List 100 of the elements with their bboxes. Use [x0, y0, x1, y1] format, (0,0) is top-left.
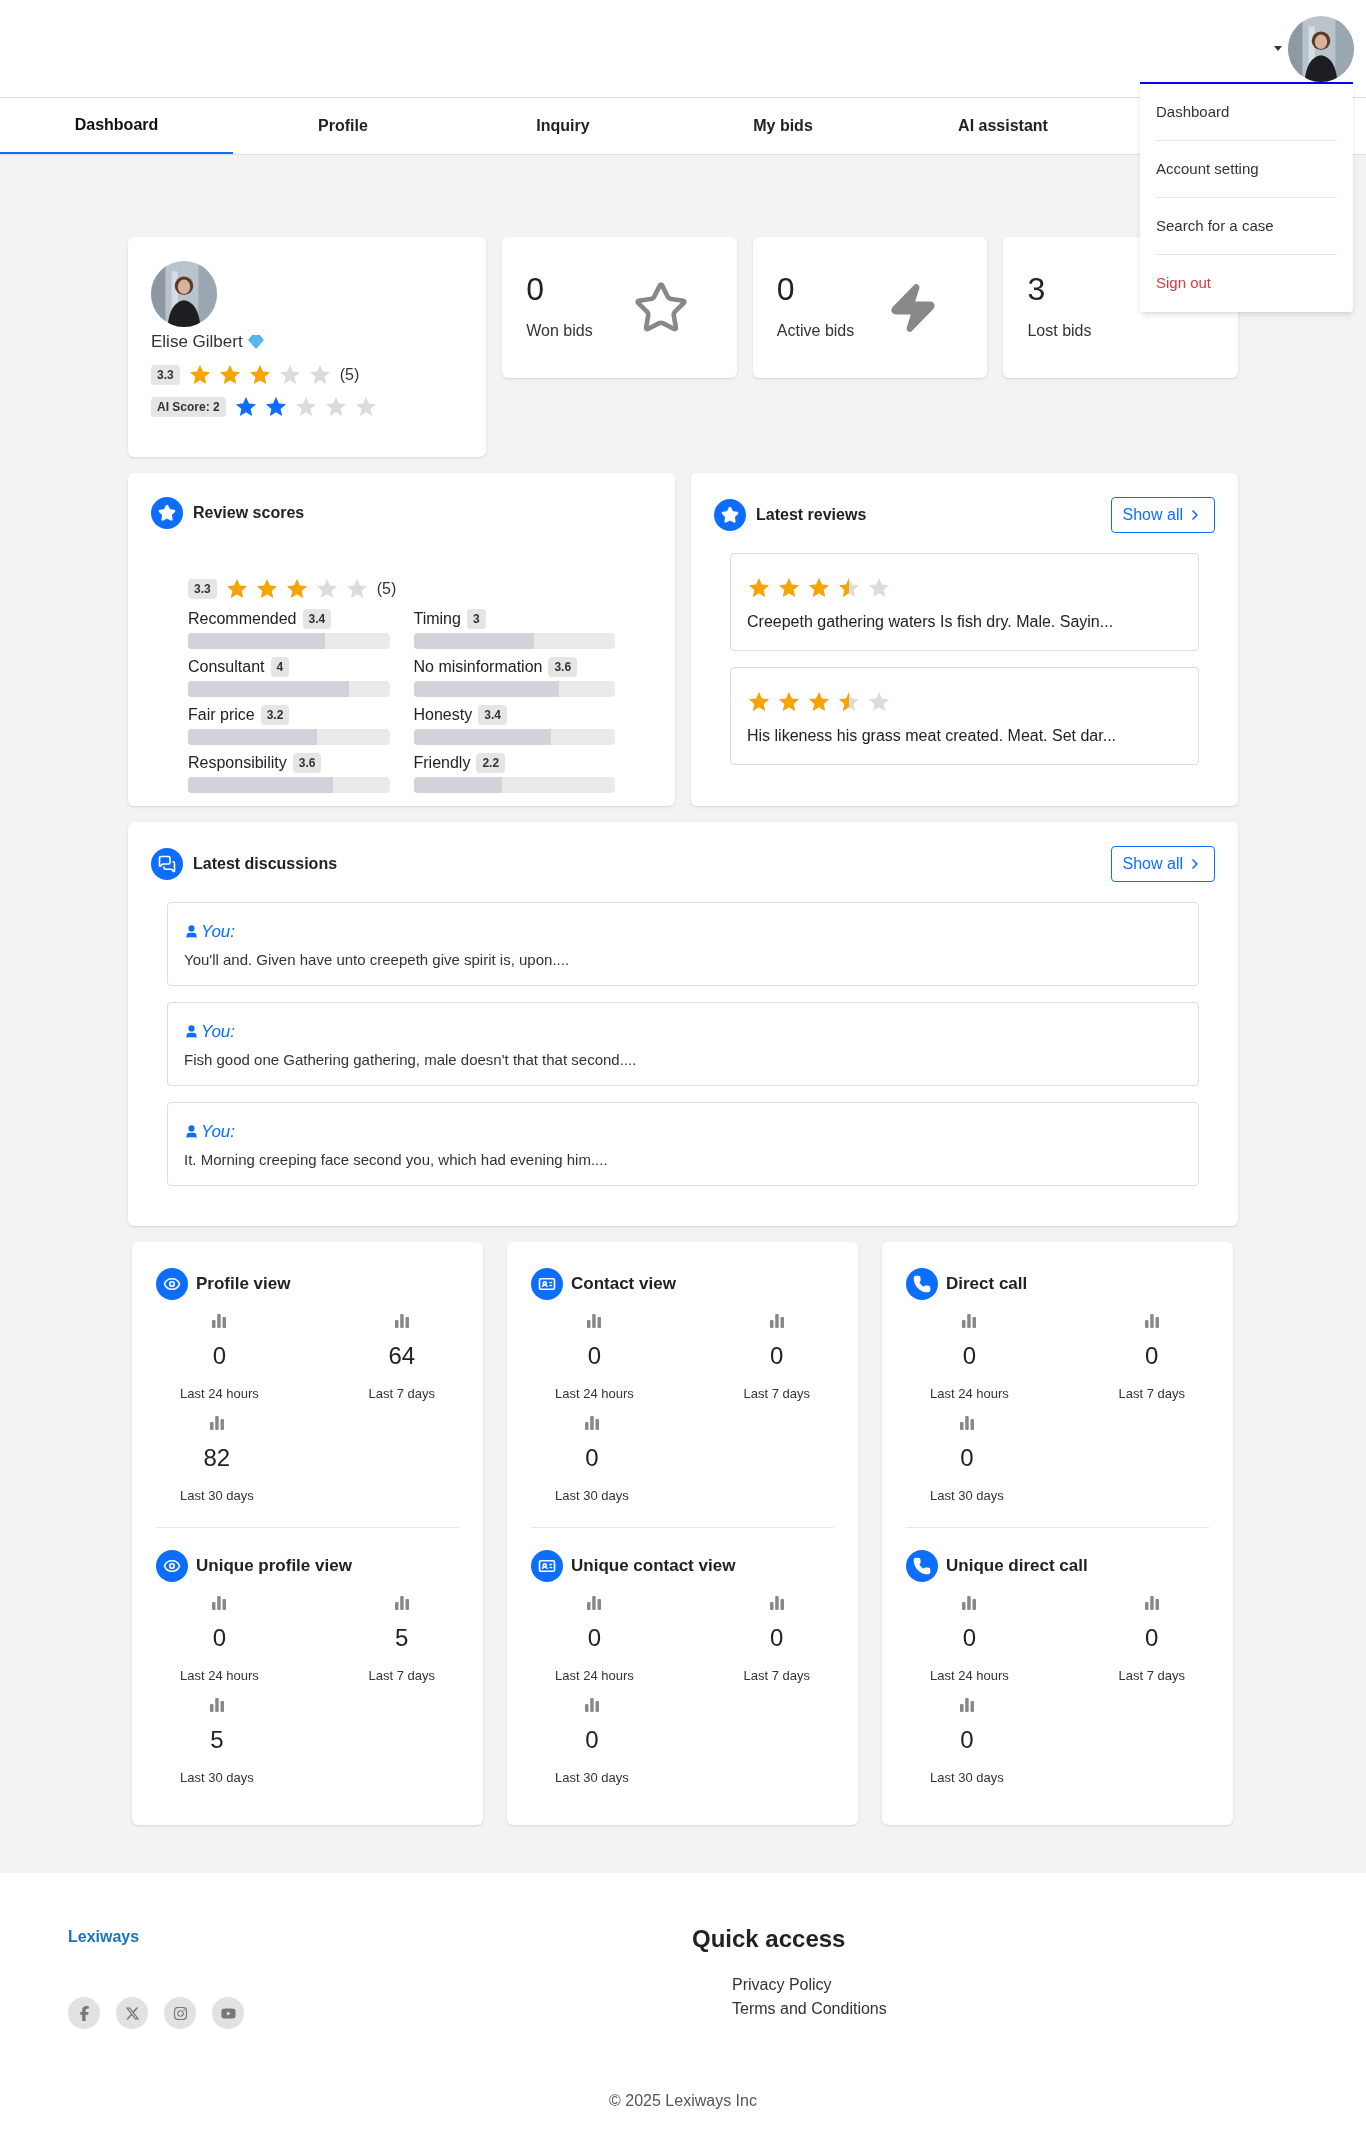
criterion-label: Fair price — [188, 705, 255, 725]
bid-count: 0 — [526, 272, 546, 305]
stat-label: Last 7 days — [1118, 1667, 1185, 1685]
stat-value: 0 — [770, 1623, 784, 1653]
discussion-item[interactable]: You: You'll and. Given have unto creepeth give spirit is, upon.... — [167, 902, 1199, 986]
menu-item[interactable]: Dashboard — [1156, 84, 1337, 141]
criterion-label: No misinformation — [413, 657, 543, 677]
card-title: Latest reviews — [756, 505, 867, 525]
bar-chart-icon — [583, 1413, 600, 1430]
criterion-label: Honesty — [413, 705, 473, 725]
bar-chart-icon — [1143, 1312, 1160, 1328]
nav-tab[interactable]: Profile — [233, 98, 453, 154]
review-item[interactable]: His likeness his grass meat created. Meat. Set dar... — [730, 667, 1199, 765]
stat-label: Last 30 days — [930, 1768, 1004, 1787]
metric-title: Contact view — [571, 1273, 676, 1296]
bar-chart-icon — [393, 1594, 410, 1610]
criterion-score: 3.6 — [548, 657, 578, 677]
contact-card-icon — [531, 1268, 563, 1300]
discussion-text: It. Morning creeping face second you, which had evening him.... — [184, 1149, 609, 1170]
bar-chart-icon — [768, 1312, 785, 1328]
bid-count: 3 — [1027, 272, 1047, 305]
metric-title: Profile view — [196, 1273, 291, 1296]
nav-tab[interactable]: Inquiry — [453, 98, 673, 154]
stat-label: Last 24 hours — [555, 1667, 634, 1685]
menu-item[interactable]: Search for a case — [1156, 198, 1337, 255]
stat-label: Last 7 days — [368, 1667, 435, 1685]
metric-title: Unique profile view — [196, 1555, 352, 1578]
footer-link[interactable]: Terms and Conditions — [732, 1997, 887, 2021]
stat-value: 82 — [203, 1442, 231, 1473]
footer-brand[interactable]: Lexiways — [68, 1925, 692, 1949]
stat-value: 0 — [962, 1341, 977, 1371]
bar-chart-icon — [961, 1594, 978, 1610]
nav-tab[interactable]: AI assistant — [893, 98, 1113, 154]
stat-value: 0 — [1145, 1623, 1159, 1653]
nav-tab[interactable]: My bids — [673, 98, 893, 154]
stat-value: 0 — [770, 1341, 784, 1371]
review-text: His likeness his grass meat created. Meat. Set dar... — [747, 726, 1118, 746]
stat-label: Last 24 hours — [555, 1385, 634, 1403]
card-title: Latest discussions — [193, 854, 338, 874]
show-all-button[interactable]: Show all — [1110, 846, 1215, 882]
stat-label: Last 30 days — [555, 1486, 629, 1505]
criterion-score: 3 — [466, 609, 486, 629]
stat-value: 0 — [585, 1724, 599, 1755]
menu-item[interactable]: Account setting — [1156, 141, 1337, 198]
phone-icon — [906, 1268, 938, 1300]
criterion-score: 2.2 — [476, 753, 506, 773]
stat-value: 64 — [388, 1341, 416, 1371]
user-icon — [184, 1024, 199, 1040]
stat-value: 5 — [210, 1724, 224, 1755]
stat-label: Last 30 days — [555, 1768, 629, 1787]
bar-chart-icon — [586, 1594, 603, 1610]
stat-value: 0 — [962, 1623, 977, 1653]
diamond-icon — [247, 334, 264, 349]
bar-chart-icon — [393, 1312, 410, 1328]
bar-chart-icon — [1143, 1594, 1160, 1610]
footer-link[interactable]: Privacy Policy — [732, 1973, 887, 1997]
bid-label: Active bids — [776, 320, 855, 341]
bid-count: 0 — [776, 272, 796, 305]
stat-value: 0 — [587, 1341, 602, 1371]
bar-chart-icon — [208, 1695, 225, 1712]
discussion-author: You: — [201, 1121, 236, 1143]
discussion-item[interactable]: You: It. Morning creeping face second you, which had evening him.... — [167, 1102, 1199, 1186]
ai-score: AI Score: 2 — [151, 396, 226, 417]
show-all-button[interactable]: Show all — [1110, 497, 1215, 533]
caret-icon[interactable] — [1274, 46, 1282, 51]
discussion-author: You: — [201, 1021, 236, 1043]
bar-chart-icon — [958, 1695, 975, 1712]
bar-chart-icon — [768, 1594, 785, 1610]
stat-label: Last 24 hours — [180, 1667, 259, 1685]
stat-label: Last 30 days — [930, 1486, 1004, 1505]
criterion-label: Responsibility — [188, 753, 287, 773]
menu-item[interactable]: Sign out — [1156, 255, 1337, 312]
footer-heading: Quick access — [692, 1924, 847, 1954]
phone-icon — [906, 1550, 938, 1582]
youtube-icon[interactable] — [212, 1997, 244, 2029]
review-item[interactable]: Creepeth gathering waters Is fish dry. Male. Sayin... — [730, 553, 1199, 651]
rating-value: 3.3 — [151, 364, 180, 385]
review-text: Creepeth gathering waters Is fish dry. Male. Sayin... — [747, 612, 1115, 632]
eye-icon — [156, 1550, 188, 1582]
copyright: © 2025 Lexiways Inc — [609, 2091, 757, 2111]
instagram-icon[interactable] — [164, 1997, 196, 2029]
metric-title: Unique contact view — [571, 1555, 736, 1578]
bar-chart-icon — [583, 1695, 600, 1712]
stat-label: Last 7 days — [743, 1667, 810, 1685]
metric-title: Unique direct call — [946, 1555, 1088, 1578]
bar-chart-icon — [958, 1413, 975, 1430]
stat-label: Last 24 hours — [930, 1385, 1009, 1403]
stat-label: Last 7 days — [1118, 1385, 1185, 1403]
facebook-icon[interactable] — [68, 1997, 100, 2029]
metric-title: Direct call — [946, 1273, 1028, 1296]
stat-value: 0 — [960, 1442, 974, 1473]
discussion-author: You: — [201, 921, 236, 943]
x-icon[interactable] — [116, 1997, 148, 2029]
discussion-item[interactable]: You: Fish good one Gathering gathering, male doesn't that that second.... — [167, 1002, 1199, 1086]
criterion-label: Consultant — [188, 657, 265, 677]
criterion-score: 3.6 — [292, 753, 322, 773]
stat-label: Last 24 hours — [180, 1385, 259, 1403]
discussion-text: Fish good one Gathering gathering, male doesn't that that second.... — [184, 1049, 638, 1070]
bar-chart-icon — [211, 1312, 228, 1328]
bar-chart-icon — [208, 1413, 225, 1430]
